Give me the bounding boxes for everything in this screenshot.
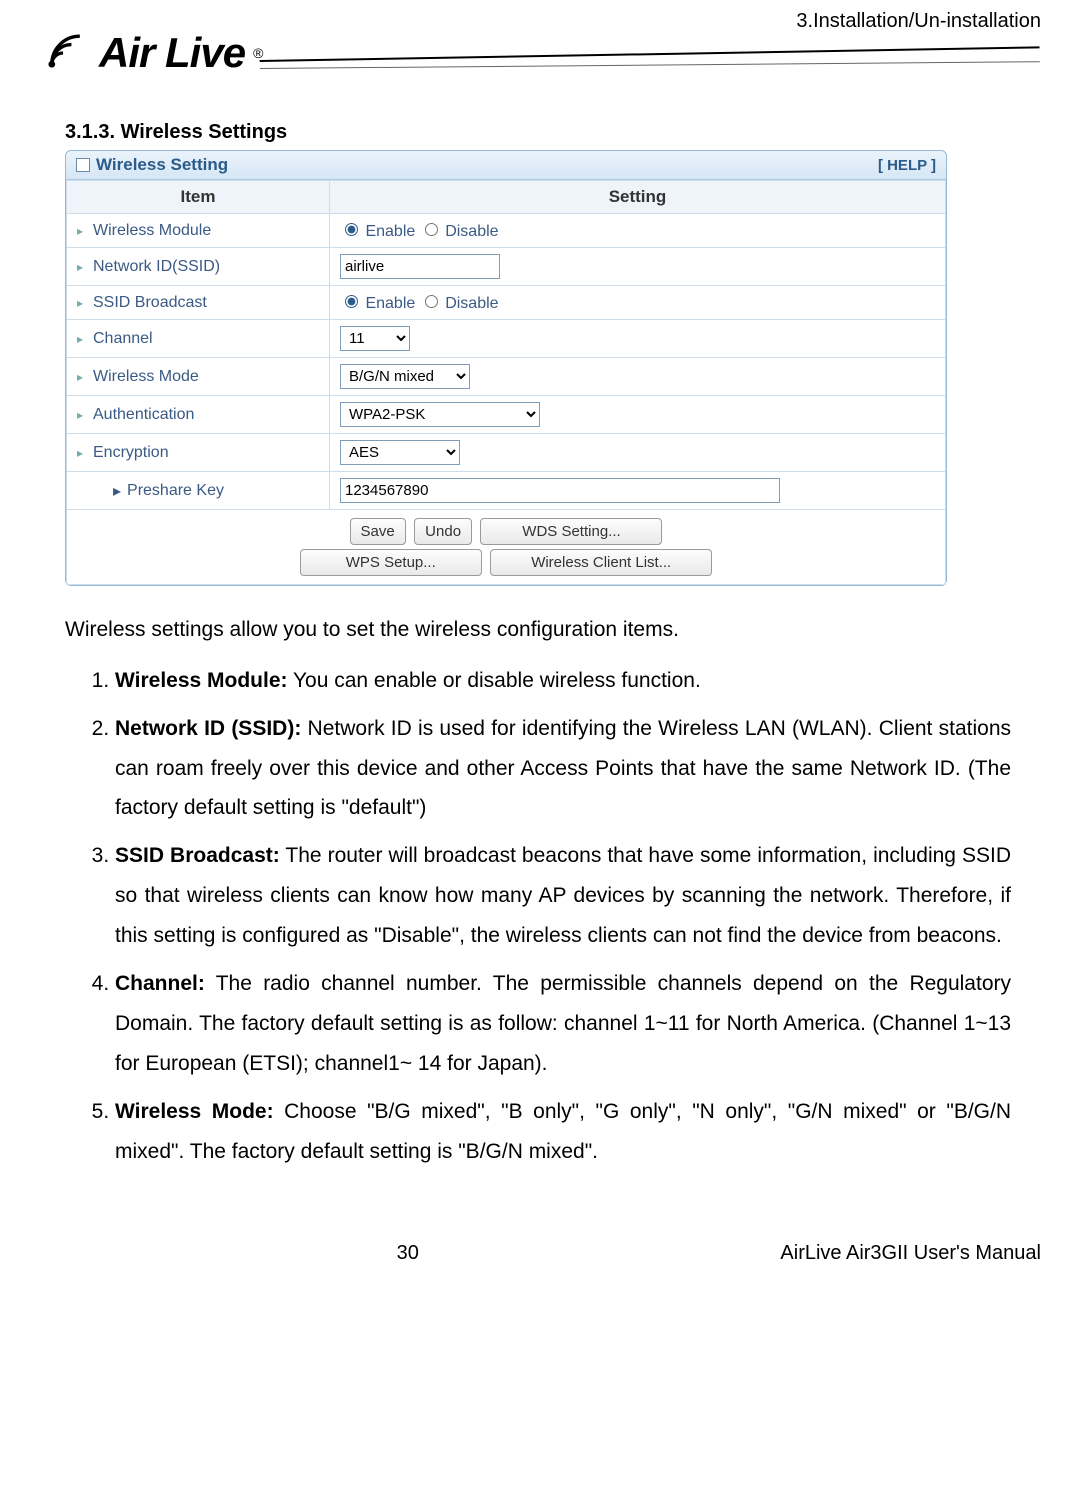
label-mode: Wireless Mode: [77, 368, 319, 386]
li-channel: Channel: The radio channel number. The p…: [115, 964, 1011, 1084]
wds-button[interactable]: WDS Setting...: [480, 518, 662, 545]
brand-name: Air Live: [99, 29, 245, 77]
header-rule-2: [260, 61, 1040, 109]
li-network-id: Network ID (SSID): Network ID is used fo…: [115, 709, 1011, 829]
label-auth: Authentication: [77, 406, 319, 424]
mode-select[interactable]: B/G/N mixed: [340, 364, 470, 389]
page-number: 30: [397, 1242, 419, 1265]
broadcast-enable[interactable]: Enable: [340, 295, 415, 312]
wps-button[interactable]: WPS Setup...: [300, 549, 482, 576]
label-wireless-module: Wireless Module: [77, 222, 319, 240]
enc-select[interactable]: AES: [340, 440, 460, 465]
auth-select[interactable]: WPA2-PSK: [340, 402, 540, 427]
settings-list: Wireless Module: You can enable or disab…: [65, 661, 1011, 1172]
psk-input[interactable]: [340, 478, 780, 503]
label-broadcast: SSID Broadcast: [77, 294, 319, 312]
broadcast-disable[interactable]: Disable: [420, 295, 499, 312]
label-ssid: Network ID(SSID): [77, 258, 319, 276]
li-ssid-broadcast: SSID Broadcast: The router will broadcas…: [115, 836, 1011, 956]
section-title: 3.1.3. Wireless Settings: [65, 121, 1011, 144]
manual-title: AirLive Air3GII User's Manual: [780, 1242, 1041, 1265]
col-item: Item: [67, 181, 330, 214]
module-disable[interactable]: Disable: [420, 223, 499, 240]
li-wireless-mode: Wireless Mode: Choose "B/G mixed", "B on…: [115, 1092, 1011, 1172]
wireless-setting-panel: Wireless Setting [ HELP ] Item Setting W…: [65, 150, 947, 586]
label-channel: Channel: [77, 330, 319, 348]
module-enable[interactable]: Enable: [340, 223, 415, 240]
ssid-input[interactable]: [340, 254, 500, 279]
intro-text: Wireless settings allow you to set the w…: [65, 611, 1011, 649]
reg-mark: ®: [253, 45, 263, 61]
help-link[interactable]: [ HELP ]: [878, 157, 936, 174]
panel-icon: [76, 158, 90, 172]
label-enc: Encryption: [77, 444, 319, 462]
save-button[interactable]: Save: [350, 518, 406, 545]
label-psk: ▸ Preshare Key: [97, 481, 319, 501]
li-wireless-module: Wireless Module: You can enable or disab…: [115, 661, 1011, 701]
col-setting: Setting: [330, 181, 946, 214]
channel-select[interactable]: 11: [340, 326, 410, 351]
client-list-button[interactable]: Wireless Client List...: [490, 549, 712, 576]
panel-title: Wireless Setting: [76, 155, 228, 175]
wifi-icon: [35, 25, 91, 81]
undo-button[interactable]: Undo: [414, 518, 472, 545]
